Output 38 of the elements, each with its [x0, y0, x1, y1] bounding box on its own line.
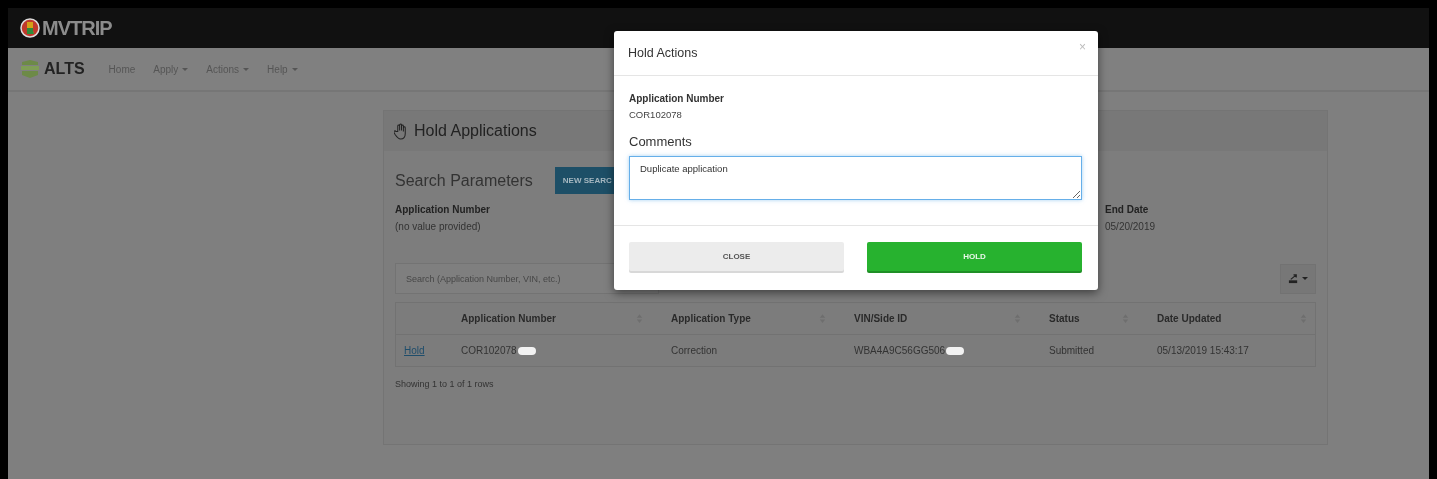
- field-value: COR102078: [629, 109, 683, 120]
- panel-title: Hold Applications: [414, 122, 537, 140]
- redaction-blur: [517, 346, 536, 355]
- modal-title: Hold Actions: [628, 46, 698, 60]
- caret-icon: [182, 67, 189, 71]
- parameter-value: (no value provided): [395, 221, 482, 232]
- table-cell: Submitted: [1049, 345, 1095, 356]
- hold-button[interactable]: HOLD: [867, 242, 1082, 271]
- column-header[interactable]: Date Updated: [1157, 313, 1222, 324]
- caret-icon: [291, 67, 298, 71]
- export-icon: [1288, 273, 1299, 284]
- table-cell: WBA4A9C56GG506: [854, 345, 946, 356]
- section-heading: Search Parameters: [395, 171, 533, 190]
- state-seal-icon: [20, 18, 40, 38]
- close-button[interactable]: CLOSE: [629, 242, 844, 271]
- column-header[interactable]: Status: [1049, 313, 1080, 324]
- column-header[interactable]: VIN/Side ID: [854, 313, 908, 324]
- column-header[interactable]: Application Type: [671, 313, 751, 324]
- parameter-label: End Date: [1105, 204, 1150, 215]
- parameter-label: Application Number: [395, 204, 491, 215]
- table-cell: Correction: [671, 345, 718, 356]
- app-brand[interactable]: ALTS: [44, 60, 85, 78]
- table-cell: 05/13/2019 15:43:17: [1157, 345, 1249, 356]
- brand-logo-text: MVTRIP: [42, 16, 112, 40]
- caret-icon: [243, 67, 250, 71]
- export-button[interactable]: [1280, 263, 1316, 294]
- row-count-text: Showing 1 to 1 of 1 rows: [395, 379, 495, 389]
- column-header[interactable]: Application Number: [461, 313, 556, 324]
- field-label: Application Number: [629, 93, 725, 104]
- table-cell: COR102078: [461, 345, 517, 356]
- redaction-blur: [946, 346, 965, 355]
- parameter-value: 05/20/2019: [1105, 221, 1157, 232]
- hand-icon: [394, 122, 409, 140]
- comments-label: Comments: [629, 134, 693, 149]
- comments-field[interactable]: Duplicate application: [629, 156, 1082, 200]
- stacked-layers-icon: [18, 59, 42, 79]
- caret-icon: [1302, 277, 1308, 280]
- hold-link[interactable]: Hold: [404, 345, 425, 356]
